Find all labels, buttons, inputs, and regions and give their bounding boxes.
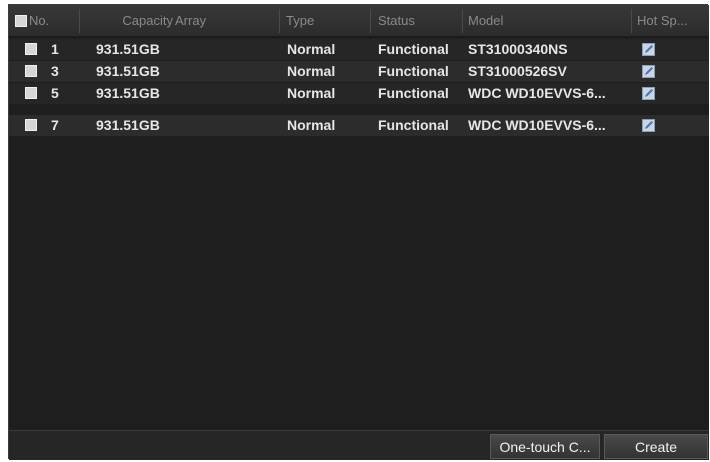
header-array[interactable]: Array bbox=[175, 5, 275, 37]
row-array bbox=[189, 61, 279, 82]
header-divider bbox=[631, 9, 632, 33]
row-capacity: 931.51GB bbox=[96, 85, 160, 101]
header-no[interactable]: No. bbox=[29, 5, 75, 37]
header-capacity[interactable]: Capacity bbox=[81, 5, 173, 37]
table-header: No. Capacity Array Type Status Model Hot… bbox=[9, 5, 709, 37]
row-checkbox[interactable] bbox=[25, 87, 37, 99]
table-row[interactable]: 7 931.51GB Normal Functional WDC WD10EVV… bbox=[9, 115, 709, 136]
header-divider bbox=[79, 9, 80, 33]
row-type: Normal bbox=[287, 117, 336, 133]
row-no: 5 bbox=[51, 85, 59, 101]
create-button[interactable]: Create bbox=[604, 434, 708, 459]
row-status: Functional bbox=[378, 41, 449, 57]
edit-icon[interactable] bbox=[642, 65, 655, 78]
header-type[interactable]: Type bbox=[286, 5, 366, 37]
row-checkbox[interactable] bbox=[25, 65, 37, 77]
header-divider bbox=[462, 9, 463, 33]
edit-icon[interactable] bbox=[642, 43, 655, 56]
table-row[interactable]: 5 931.51GB Normal Functional WDC WD10EVV… bbox=[9, 83, 709, 104]
header-divider bbox=[279, 9, 280, 33]
header-model[interactable]: Model bbox=[468, 5, 628, 37]
row-checkbox[interactable] bbox=[25, 119, 37, 131]
row-array bbox=[189, 39, 279, 60]
row-type: Normal bbox=[287, 41, 336, 57]
row-status: Functional bbox=[378, 117, 449, 133]
row-model: ST31000340NS bbox=[468, 41, 568, 57]
row-model: ST31000526SV bbox=[468, 63, 567, 79]
row-checkbox[interactable] bbox=[25, 43, 37, 55]
row-model: WDC WD10EVVS-6... bbox=[468, 85, 606, 101]
row-array bbox=[189, 115, 279, 136]
row-model: WDC WD10EVVS-6... bbox=[468, 117, 606, 133]
edit-icon[interactable] bbox=[642, 119, 655, 132]
footer-bar: One-touch C... Create bbox=[9, 430, 709, 460]
row-no: 7 bbox=[51, 117, 59, 133]
row-no: 1 bbox=[51, 41, 59, 57]
select-all-checkbox[interactable] bbox=[15, 15, 27, 27]
row-no: 3 bbox=[51, 63, 59, 79]
row-type: Normal bbox=[287, 85, 336, 101]
header-divider bbox=[370, 9, 371, 33]
table-row[interactable]: 1 931.51GB Normal Functional ST31000340N… bbox=[9, 39, 709, 60]
row-capacity: 931.51GB bbox=[96, 63, 160, 79]
table-row[interactable]: 3 931.51GB Normal Functional ST31000526S… bbox=[9, 61, 709, 82]
row-type: Normal bbox=[287, 63, 336, 79]
header-status[interactable]: Status bbox=[378, 5, 458, 37]
row-array bbox=[189, 83, 279, 104]
disk-list-panel: No. Capacity Array Type Status Model Hot… bbox=[8, 4, 709, 460]
row-capacity: 931.51GB bbox=[96, 117, 160, 133]
one-touch-config-button[interactable]: One-touch C... bbox=[490, 434, 600, 459]
header-hot-spare[interactable]: Hot Sp... bbox=[637, 5, 705, 37]
row-status: Functional bbox=[378, 85, 449, 101]
row-capacity: 931.51GB bbox=[96, 41, 160, 57]
row-status: Functional bbox=[378, 63, 449, 79]
edit-icon[interactable] bbox=[642, 87, 655, 100]
